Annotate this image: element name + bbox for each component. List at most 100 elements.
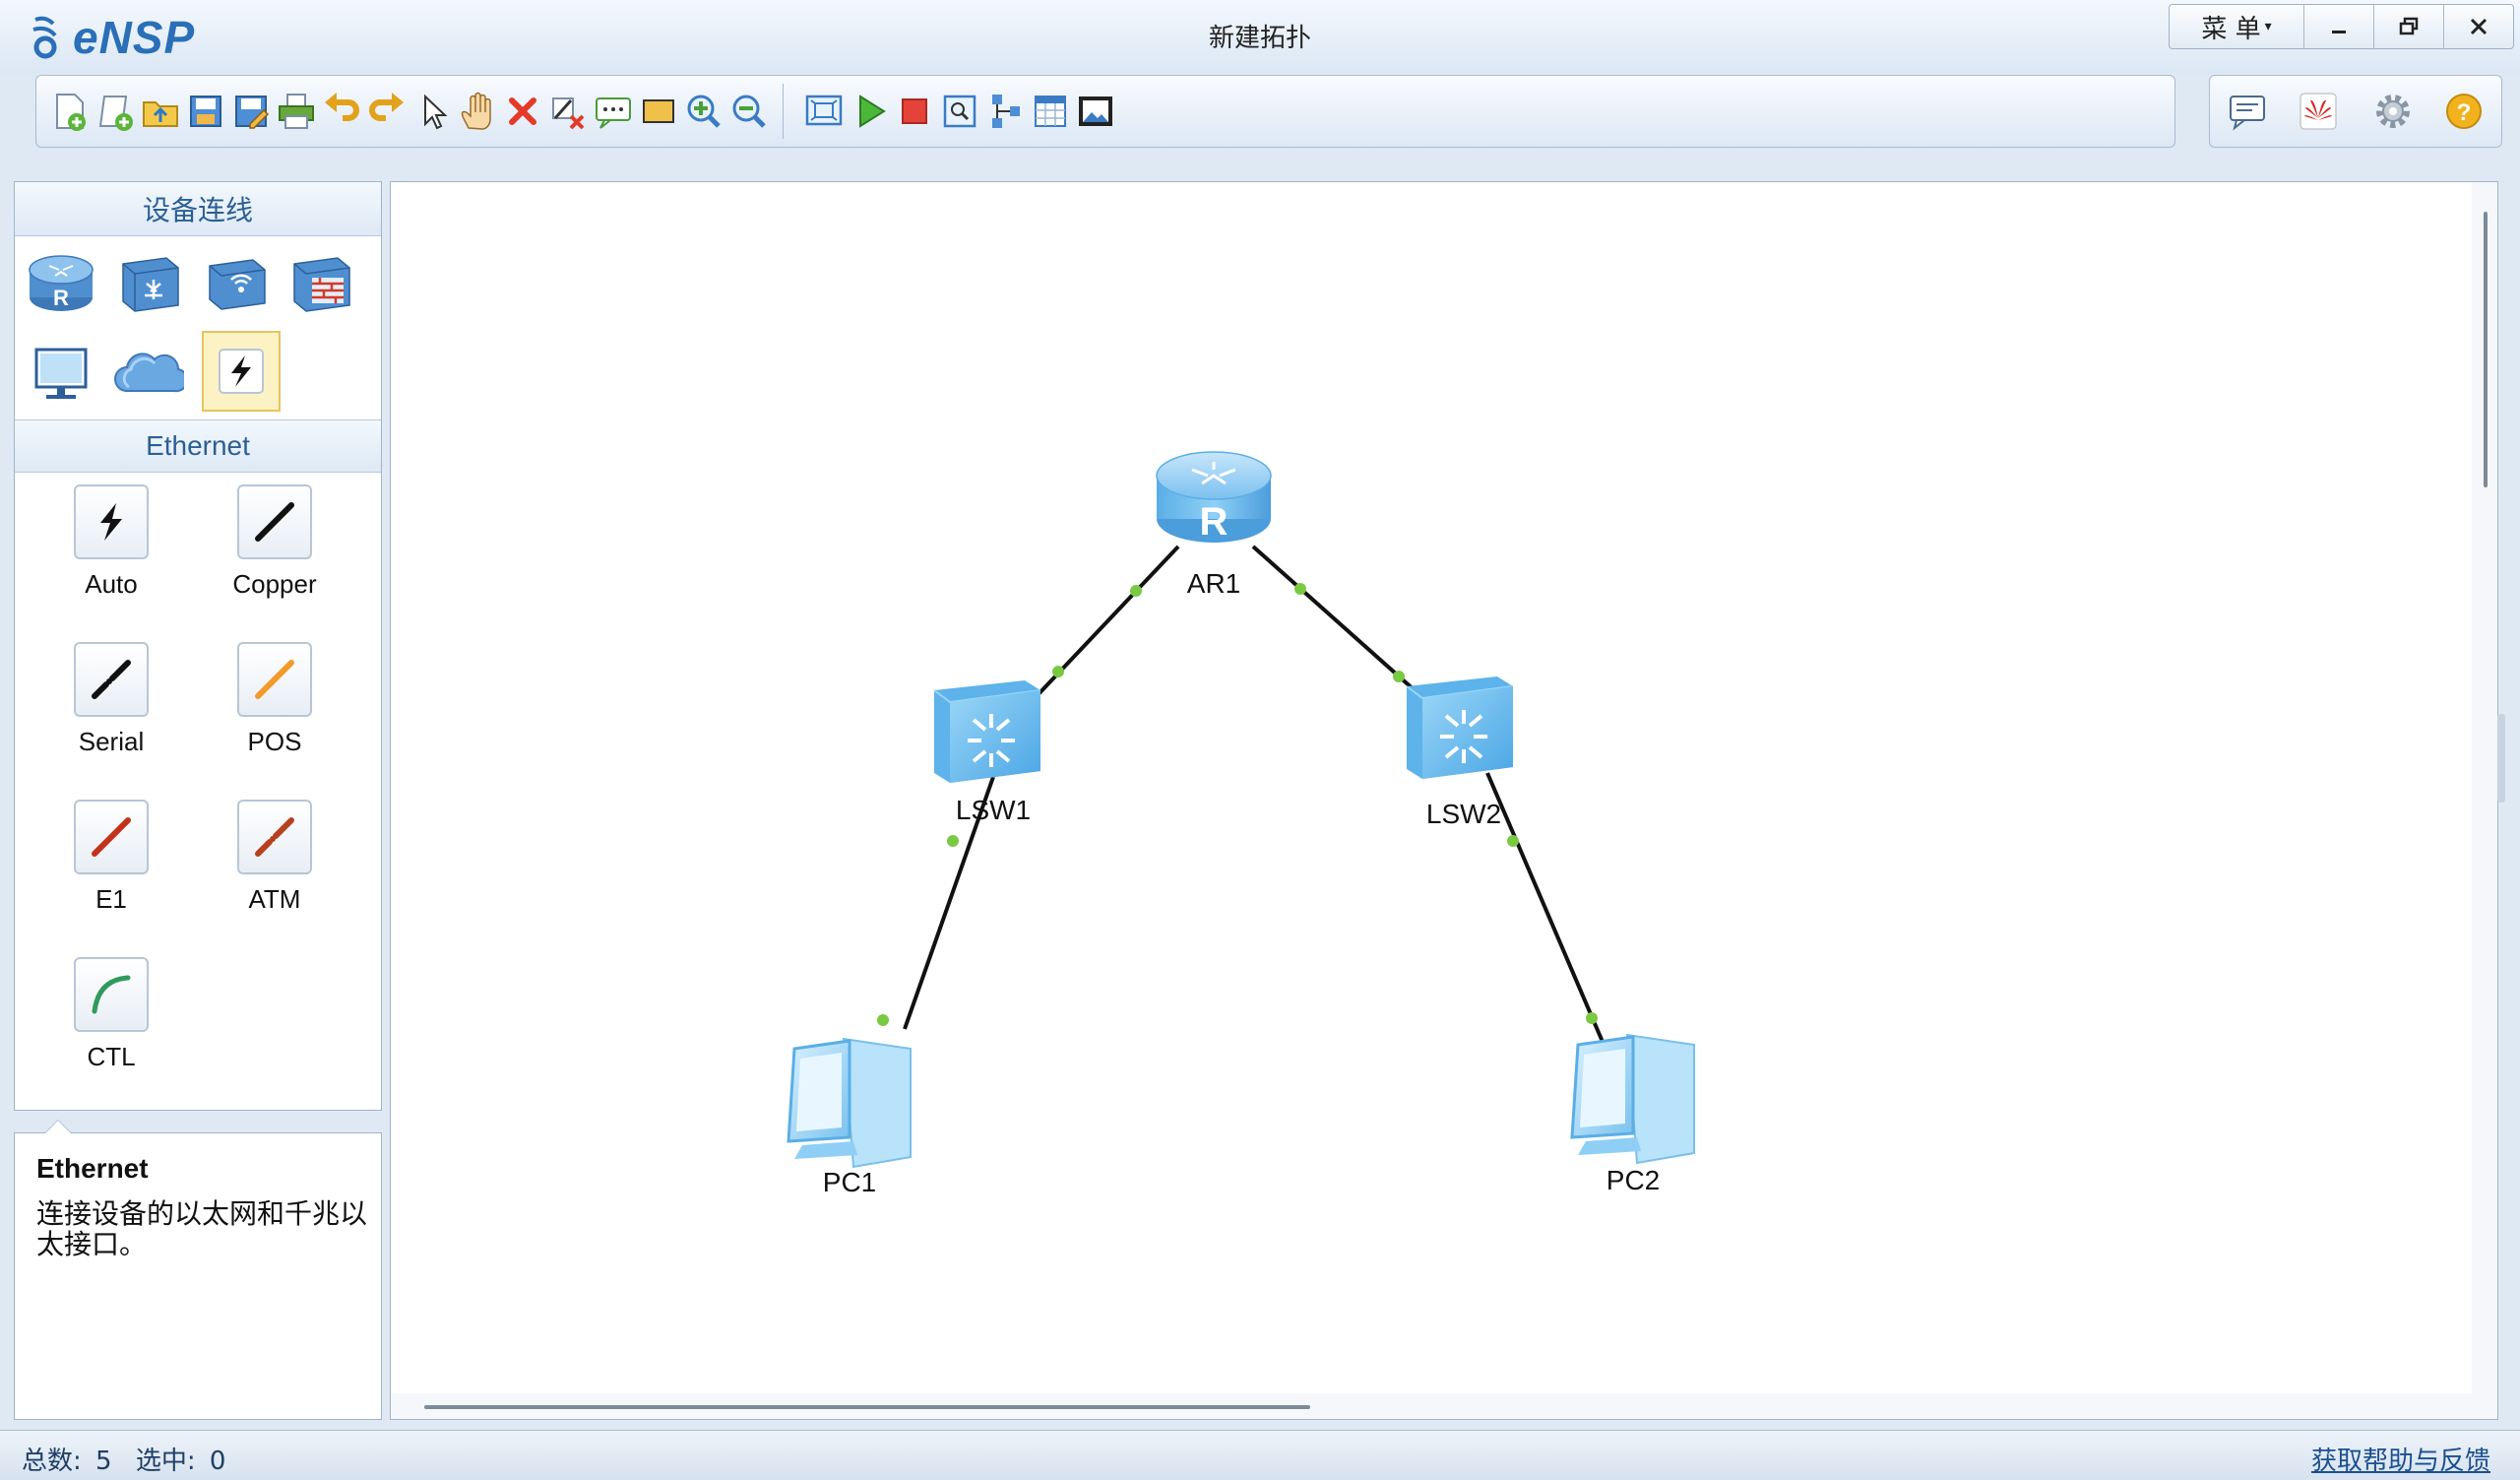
new-topology-button[interactable] bbox=[44, 86, 95, 137]
connection-icon bbox=[219, 349, 264, 394]
node-label-lsw2: LSW2 bbox=[1425, 799, 1502, 829]
cable-auto[interactable]: Auto bbox=[32, 484, 190, 600]
cable-ctl[interactable]: CTL bbox=[32, 957, 190, 1072]
settings-button[interactable] bbox=[2367, 86, 2419, 137]
rectangle-button[interactable] bbox=[633, 86, 684, 137]
category-connection[interactable] bbox=[202, 331, 281, 412]
category-end-device[interactable] bbox=[23, 335, 99, 412]
help-feedback-link[interactable]: 获取帮助与反馈 bbox=[2311, 1441, 2490, 1477]
window-title: 新建拓扑 bbox=[1208, 24, 1311, 53]
horizontal-scroll-thumb[interactable] bbox=[424, 1405, 1310, 1409]
cable-e1-label: E1 bbox=[95, 884, 127, 914]
text-note-button[interactable] bbox=[588, 86, 639, 137]
copper-cable-icon bbox=[237, 484, 312, 559]
chat-button[interactable] bbox=[2222, 86, 2273, 137]
node-label-ar1: AR1 bbox=[1186, 568, 1241, 599]
node-pc2-pc-icon[interactable] bbox=[1570, 1033, 1695, 1165]
close-icon bbox=[2470, 18, 2488, 35]
rectangle-icon bbox=[643, 99, 674, 123]
topology-button[interactable] bbox=[979, 86, 1031, 137]
fit-view-button[interactable] bbox=[798, 86, 850, 137]
delete-link-button[interactable] bbox=[542, 86, 594, 137]
print-button[interactable] bbox=[271, 86, 322, 137]
delete-button[interactable] bbox=[497, 86, 548, 137]
open-icon bbox=[143, 101, 178, 127]
grid-icon bbox=[1035, 96, 1066, 127]
node-ar1-router-icon[interactable]: R bbox=[1156, 451, 1272, 544]
save-as-icon bbox=[235, 96, 270, 129]
window-controls: 菜 单 ▾ bbox=[2169, 4, 2514, 49]
vertical-scroll-thumb[interactable] bbox=[2484, 212, 2488, 487]
category-switch[interactable] bbox=[111, 244, 188, 321]
help-button[interactable]: ? bbox=[2438, 86, 2489, 137]
pan-button[interactable] bbox=[452, 86, 503, 137]
status-counts: 总数: 5 选中: 0 bbox=[22, 1441, 231, 1477]
link-ar1-lsw2[interactable] bbox=[1251, 545, 1417, 692]
svg-text:R: R bbox=[1200, 500, 1228, 544]
zoom-out-button[interactable] bbox=[724, 86, 775, 137]
zoom-in-button[interactable] bbox=[678, 86, 729, 137]
help-icon: ? bbox=[2446, 94, 2482, 129]
restore-button[interactable] bbox=[2373, 5, 2443, 48]
right-panel-splitter[interactable] bbox=[2497, 714, 2505, 803]
save-as-button[interactable] bbox=[225, 86, 277, 137]
screenshot-button[interactable] bbox=[1070, 86, 1121, 137]
link-ar1-lsw1[interactable] bbox=[1035, 545, 1180, 698]
e1-cable-icon bbox=[74, 800, 149, 874]
new-example-button[interactable] bbox=[90, 86, 141, 137]
node-lsw1-switch-icon[interactable] bbox=[933, 680, 1041, 783]
redo-button[interactable] bbox=[361, 86, 412, 137]
selected-value: 0 bbox=[209, 1447, 226, 1476]
print-icon bbox=[279, 94, 314, 129]
start-device-icon bbox=[859, 95, 886, 128]
selected-label: 选中: bbox=[135, 1447, 196, 1476]
cable-e1[interactable]: E1 bbox=[32, 800, 190, 915]
link-lsw2-pc2[interactable] bbox=[1485, 772, 1607, 1050]
cable-serial[interactable]: Serial bbox=[32, 642, 190, 757]
delete-icon bbox=[509, 97, 536, 125]
undo-button[interactable] bbox=[316, 86, 367, 137]
category-cloud[interactable] bbox=[109, 335, 186, 412]
cable-atm-label: ATM bbox=[248, 884, 301, 914]
chevron-down-icon: ▾ bbox=[2264, 19, 2272, 34]
undo-icon bbox=[325, 93, 359, 121]
stop-device-button[interactable] bbox=[889, 86, 940, 137]
cable-pos-label: POS bbox=[247, 727, 302, 756]
topology-canvas[interactable]: R AR1 LSW1 LSW2 PC1 PC2 bbox=[390, 181, 2505, 1420]
grid-button[interactable] bbox=[1025, 86, 1076, 137]
capture-button[interactable] bbox=[934, 86, 985, 137]
save-button[interactable] bbox=[180, 86, 231, 137]
cable-list: Auto Copper Serial POS E1 ATM CTL bbox=[15, 473, 381, 1103]
node-lsw2-switch-icon[interactable] bbox=[1406, 676, 1514, 779]
firewall-icon bbox=[293, 257, 350, 312]
huawei-icon bbox=[2300, 93, 2337, 130]
horizontal-scrollbar[interactable] bbox=[391, 1393, 2497, 1419]
cable-serial-label: Serial bbox=[78, 727, 145, 756]
open-button[interactable] bbox=[135, 86, 186, 137]
start-device-button[interactable] bbox=[844, 86, 895, 137]
close-button[interactable] bbox=[2443, 5, 2513, 48]
vertical-scrollbar[interactable] bbox=[2472, 182, 2497, 1393]
cable-copper[interactable]: Copper bbox=[196, 484, 353, 600]
node-label-pc2: PC2 bbox=[1606, 1165, 1661, 1195]
new-topology-icon bbox=[56, 94, 86, 131]
text-note-icon bbox=[596, 97, 631, 129]
select-icon bbox=[424, 94, 448, 130]
select-button[interactable] bbox=[407, 86, 458, 137]
main-menu-button[interactable]: 菜 单 ▾ bbox=[2170, 5, 2303, 48]
node-pc1-pc-icon[interactable] bbox=[787, 1037, 912, 1169]
category-router[interactable]: R bbox=[23, 244, 99, 321]
category-wireless[interactable] bbox=[198, 244, 275, 321]
minimize-button[interactable] bbox=[2303, 5, 2373, 48]
cable-ctl-label: CTL bbox=[87, 1042, 136, 1071]
category-firewall[interactable] bbox=[283, 244, 359, 321]
gear-icon bbox=[2376, 95, 2410, 128]
cable-pos[interactable]: POS bbox=[196, 642, 353, 757]
status-bar: 总数: 5 选中: 0 获取帮助与反馈 bbox=[0, 1430, 2520, 1480]
cable-type-header: Ethernet bbox=[15, 420, 381, 473]
screenshot-icon bbox=[1079, 97, 1112, 126]
toolbar-right: ? bbox=[2209, 75, 2502, 148]
huawei-button[interactable] bbox=[2293, 86, 2344, 137]
cable-atm[interactable]: ATM bbox=[196, 800, 353, 915]
toolbar-separator bbox=[783, 84, 784, 139]
